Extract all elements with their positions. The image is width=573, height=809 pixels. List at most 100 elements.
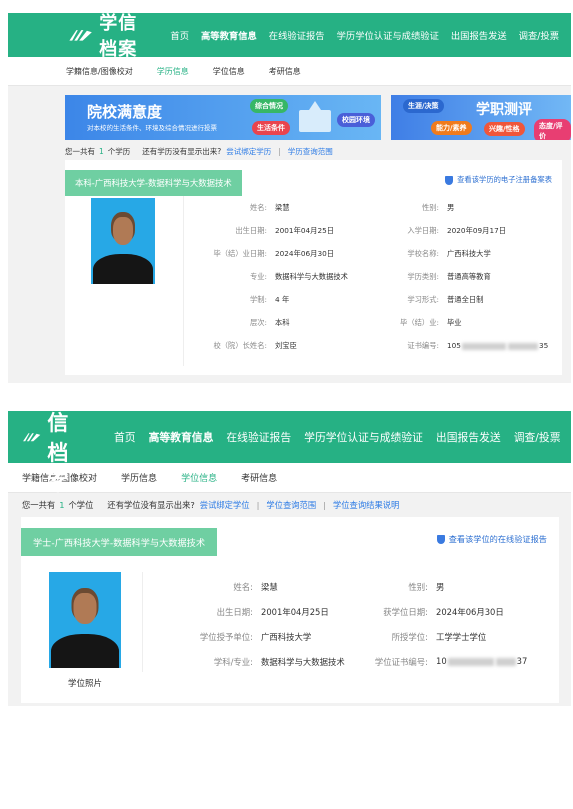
field-principal-name: 校（院）长姓名: 刘宝臣	[183, 341, 296, 351]
tab-education-info[interactable]: 学历信息	[157, 66, 189, 77]
count-unit: 个学位	[68, 500, 94, 510]
degree-card: 学士-广西科技大学-数据科学与大数据技术 查看该学位的在线验证报告 学位照片 姓…	[21, 517, 559, 703]
query-scope-link[interactable]: 学位查询范围	[266, 499, 316, 511]
separator: |	[278, 146, 281, 156]
field-certificate-number: 证书编号: 105 35	[355, 341, 548, 351]
banner-subtitle: 对本校的生活条件、环境及综合情况进行投票	[87, 124, 217, 132]
photo-face	[113, 217, 133, 245]
divider	[142, 572, 143, 672]
logo-icon	[23, 433, 41, 442]
query-result-help-link[interactable]: 学位查询结果说明	[333, 499, 399, 511]
field-value: 梁慧	[261, 582, 278, 592]
tab-enrollment-info[interactable]: 学籍信息/图像校对	[66, 66, 133, 77]
building-icon	[299, 101, 331, 132]
logo-icon	[69, 30, 92, 41]
nav-higher-education[interactable]: 高等教育信息	[201, 28, 257, 42]
field-study-mode: 学习形式: 普通全日制	[355, 295, 483, 305]
tab-degree-info[interactable]: 学位信息	[181, 471, 217, 484]
field-value: 男	[447, 203, 455, 212]
nav-survey-vote[interactable]: 调查/投票	[519, 28, 559, 42]
logo-text: 学信档案	[99, 13, 138, 60]
field-label: 获学位日期:	[383, 607, 428, 617]
field-birth-date: 出生日期: 2001年04月25日	[183, 226, 334, 236]
field-level: 层次: 本科	[183, 318, 290, 328]
count-prefix: 您一共有	[22, 500, 56, 510]
logo[interactable]: 学信档案	[68, 13, 152, 61]
field-value: 普通全日制	[447, 295, 484, 304]
field-school-name: 学校名称: 广西科技大学	[355, 249, 490, 259]
query-scope-link[interactable]: 学历查询范围	[288, 146, 333, 157]
field-discipline-major: 学科/专业: 数据科学与大数据技术	[159, 656, 345, 668]
nav-survey-vote[interactable]: 调查/投票	[514, 429, 561, 445]
field-graduation-date: 毕（结）业日期: 2024年06月30日	[183, 249, 334, 259]
nav-home[interactable]: 首页	[114, 429, 136, 445]
redacted-blur	[461, 342, 506, 350]
redacted-blur	[507, 342, 538, 350]
separator: |	[323, 500, 326, 510]
nav-home[interactable]: 首页	[170, 28, 189, 42]
separator: |	[256, 500, 260, 510]
field-value: 梁慧	[275, 203, 290, 212]
nav-online-verification[interactable]: 在线验证报告	[269, 28, 325, 42]
nav-certification[interactable]: 学历学位认证与成绩验证	[304, 429, 423, 445]
registration-form-link[interactable]: 查看该学历的电子注册备案表	[445, 175, 552, 185]
tab-degree-info[interactable]: 学位信息	[213, 66, 245, 77]
tab-education-info[interactable]: 学历信息	[121, 471, 157, 484]
banner-title: 学职测评	[476, 102, 532, 118]
shield-icon	[436, 534, 445, 544]
field-duration: 学制: 4 年	[183, 295, 289, 305]
nav-overseas-report[interactable]: 出国报告发送	[451, 28, 507, 42]
certificate-number-end: 35	[538, 341, 549, 350]
school-satisfaction-banner[interactable]: 院校满意度 对本校的生活条件、环境及综合情况进行投票 综合情况 生活条件 校园环…	[65, 95, 381, 140]
field-value: 2001年04月25日	[275, 226, 335, 235]
certificate-number-start: 105	[447, 341, 461, 350]
field-value: 数据科学与大数据技术	[275, 272, 348, 281]
field-label: 出生日期:	[216, 607, 253, 617]
nav-higher-education[interactable]: 高等教育信息	[149, 429, 214, 445]
degree-record-panel: 学信档案 首页 高等教育信息 在线验证报告 学历学位认证与成绩验证 出国报告发送…	[8, 411, 571, 706]
field-value: 2020年09月17日	[447, 226, 507, 235]
field-value: 105 35	[447, 341, 548, 351]
top-navbar: 学信档案 首页 高等教育信息 在线验证报告 学历学位认证与成绩验证 出国报告发送…	[8, 411, 571, 495]
photo-body	[93, 254, 153, 284]
banner-tag: 生涯/决策	[403, 99, 444, 113]
field-granting-institution: 学位授予单位: 广西科技大学	[159, 631, 311, 643]
missing-question: 还有学历没有显示出来?	[142, 146, 222, 156]
logo[interactable]: 学信档案	[22, 411, 90, 497]
field-degree-awarded: 所授学位: 工学学士学位	[334, 631, 487, 643]
field-value: 男	[436, 582, 445, 592]
nav-certification[interactable]: 学历学位认证与成绩验证	[337, 28, 439, 42]
card-title: 本科-广西科技大学-数据科学与大数据技术	[65, 170, 242, 196]
photo-face	[73, 593, 97, 624]
career-assessment-banner[interactable]: 生涯/决策 学职测评 能力/素养 兴趣/性格 态度/评价	[391, 95, 571, 140]
field-degree-date: 获学位日期: 2024年06月30日	[334, 606, 503, 618]
field-value: 广西科技大学	[261, 632, 312, 642]
redacted-blur	[495, 657, 516, 666]
count-number: 1	[59, 500, 65, 510]
student-photo	[91, 198, 155, 284]
banner-row: 院校满意度 对本校的生活条件、环境及综合情况进行投票 综合情况 生活条件 校园环…	[8, 95, 571, 140]
missing-question: 还有学位没有显示出来?	[107, 500, 195, 510]
nav-overseas-report[interactable]: 出国报告发送	[436, 429, 501, 445]
main-nav: 首页 高等教育信息 在线验证报告 学历学位认证与成绩验证 出国报告发送 调查/投…	[114, 429, 571, 445]
field-label: 性别:	[421, 203, 439, 212]
field-birth-date: 出生日期: 2001年04月25日	[159, 606, 329, 618]
tab-postgrad-info[interactable]: 考研信息	[269, 66, 301, 77]
sub-nav: 学籍信息/图像校对 学历信息 学位信息 考研信息	[8, 463, 571, 493]
registration-form-link-text: 查看该学历的电子注册备案表	[457, 175, 552, 184]
bind-degree-link[interactable]: 尝试绑定学位	[200, 499, 250, 511]
field-value: 数据科学与大数据技术	[261, 657, 345, 667]
certificate-number-start: 10	[436, 656, 447, 666]
nav-online-verification[interactable]: 在线验证报告	[226, 429, 291, 445]
tab-postgrad-info[interactable]: 考研信息	[241, 471, 277, 484]
redacted-blur	[447, 657, 494, 666]
field-label: 校（院）长姓名:	[213, 341, 267, 350]
verification-report-link[interactable]: 查看该学位的在线验证报告	[436, 533, 547, 545]
banner-tag: 能力/素养	[431, 121, 472, 135]
field-gender: 性别: 男	[355, 203, 454, 213]
shield-icon	[445, 175, 454, 185]
field-gender: 性别: 男	[334, 581, 444, 593]
card-title: 学士-广西科技大学-数据科学与大数据技术	[21, 528, 218, 556]
bind-education-link[interactable]: 尝试绑定学历	[226, 146, 271, 157]
field-degree-certificate-number: 学位证书编号: 10 37	[334, 656, 527, 668]
